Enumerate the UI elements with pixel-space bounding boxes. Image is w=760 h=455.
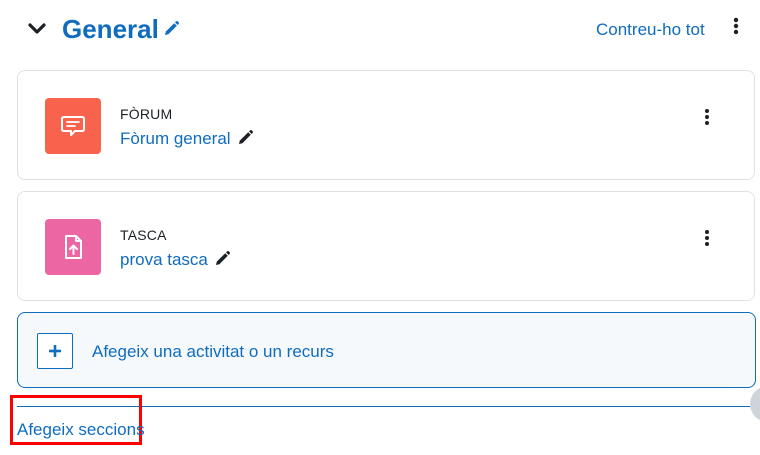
kebab-menu-icon[interactable]	[727, 16, 745, 38]
section-header: General Contreu-ho tot	[0, 0, 760, 60]
forum-icon	[45, 98, 101, 154]
course-page: General Contreu-ho tot FÒRUM Fòrum gener…	[0, 0, 760, 455]
activity-name-link[interactable]: prova tasca	[120, 249, 208, 271]
add-sections-link[interactable]: Afegeix seccions	[17, 419, 145, 441]
add-activity-label: Afegeix una activitat o un recurs	[92, 342, 334, 361]
assignment-icon	[45, 219, 101, 275]
add-activity-button[interactable]: Afegeix una activitat o un recurs	[17, 312, 756, 388]
plus-icon	[37, 333, 73, 369]
chevron-down-icon[interactable]	[26, 18, 48, 40]
pencil-icon[interactable]	[236, 129, 254, 147]
activity-type-label: TASCA	[120, 227, 167, 243]
collapse-all-link[interactable]: Contreu-ho tot	[596, 19, 705, 41]
pencil-icon[interactable]	[162, 20, 180, 38]
activity-type-label: FÒRUM	[120, 106, 173, 122]
activity-name-link[interactable]: Fòrum general	[120, 128, 231, 150]
activity-card-assignment: TASCA prova tasca	[17, 191, 755, 301]
scroll-button[interactable]	[750, 386, 760, 422]
kebab-menu-icon[interactable]	[699, 228, 715, 250]
activity-card-forum: FÒRUM Fòrum general	[17, 70, 755, 180]
kebab-menu-icon[interactable]	[699, 107, 715, 129]
section-title: General	[62, 14, 159, 44]
pencil-icon[interactable]	[213, 250, 231, 268]
